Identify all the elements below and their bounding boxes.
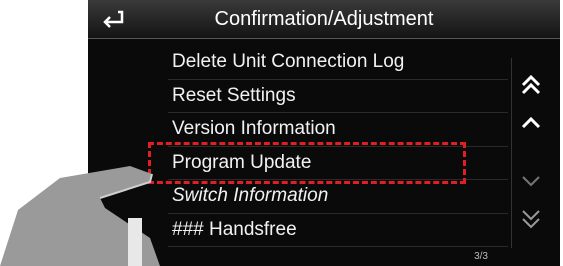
scroll-bar[interactable] xyxy=(511,58,550,248)
double-chevron-down-icon[interactable] xyxy=(518,206,544,232)
chevron-up-icon[interactable] xyxy=(518,110,544,136)
menu-item-switch-information[interactable]: Switch Information xyxy=(168,180,508,214)
chevron-down-icon[interactable] xyxy=(518,168,544,194)
page-title: Confirmation/Adjustment xyxy=(214,8,434,30)
page-indicator: 3/3 xyxy=(474,251,488,262)
menu-item-reset-settings[interactable]: Reset Settings xyxy=(168,80,508,113)
menu-item-handsfree[interactable]: ### Handsfree xyxy=(168,214,508,247)
header-bar: Confirmation/Adjustment xyxy=(88,0,560,39)
pointing-hand-icon xyxy=(0,166,160,266)
highlight-box xyxy=(148,142,466,184)
double-chevron-up-icon[interactable] xyxy=(518,72,544,98)
menu-item-delete-log[interactable]: Delete Unit Connection Log xyxy=(168,46,508,80)
